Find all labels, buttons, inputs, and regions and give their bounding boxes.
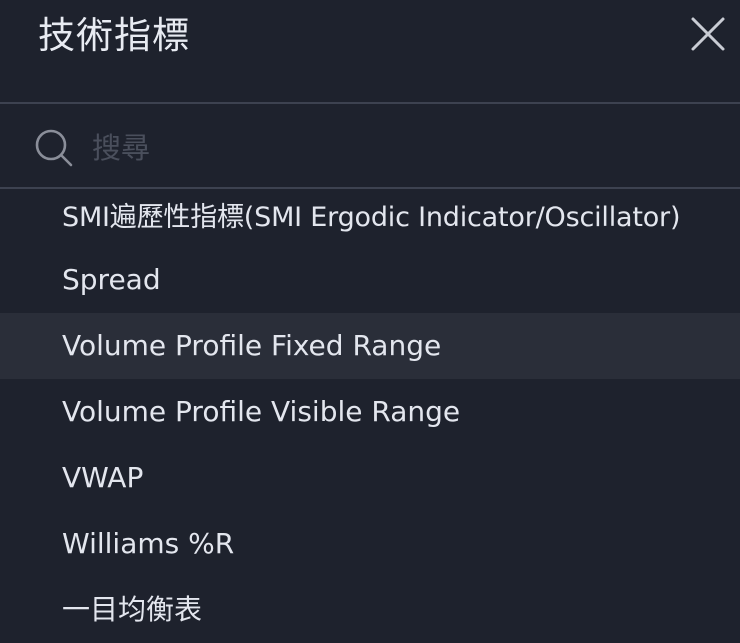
list-item[interactable]: Volume Profile Visible Range [0, 379, 740, 445]
list-item-label: Volume Profile Visible Range [62, 395, 461, 428]
list-item-label: VWAP [62, 461, 144, 494]
list-item-label: Volume Profile Fixed Range [62, 329, 442, 362]
indicators-dialog: 技術指標 SMI遍歷性指標(SMI Ergodic Indicator/Osci… [0, 0, 740, 632]
list-item[interactable]: VWAP [0, 445, 740, 511]
dialog-header: 技術指標 [0, 0, 740, 103]
dialog-title: 技術指標 [38, 14, 190, 57]
list-item-label: Williams %R [62, 527, 235, 560]
list-item-label: SMI遍歷性指標(SMI Ergodic Indicator/Oscillato… [62, 202, 681, 233]
list-item[interactable]: SMI遍歷性指標(SMI Ergodic Indicator/Oscillato… [0, 189, 740, 247]
search-icon [35, 129, 73, 167]
list-item[interactable]: 一目均衡表 [0, 577, 740, 643]
list-item[interactable]: Spread [0, 247, 740, 313]
indicator-list: SMI遍歷性指標(SMI Ergodic Indicator/Oscillato… [0, 189, 740, 643]
list-item[interactable]: Williams %R [0, 511, 740, 577]
list-item-label: 一目均衡表 [62, 593, 203, 626]
list-item-label: Spread [62, 263, 161, 296]
search-input[interactable] [92, 126, 692, 170]
search-bar [0, 104, 740, 187]
close-icon [691, 17, 725, 51]
list-item[interactable]: Volume Profile Fixed Range [0, 313, 740, 379]
close-button[interactable] [684, 10, 732, 58]
